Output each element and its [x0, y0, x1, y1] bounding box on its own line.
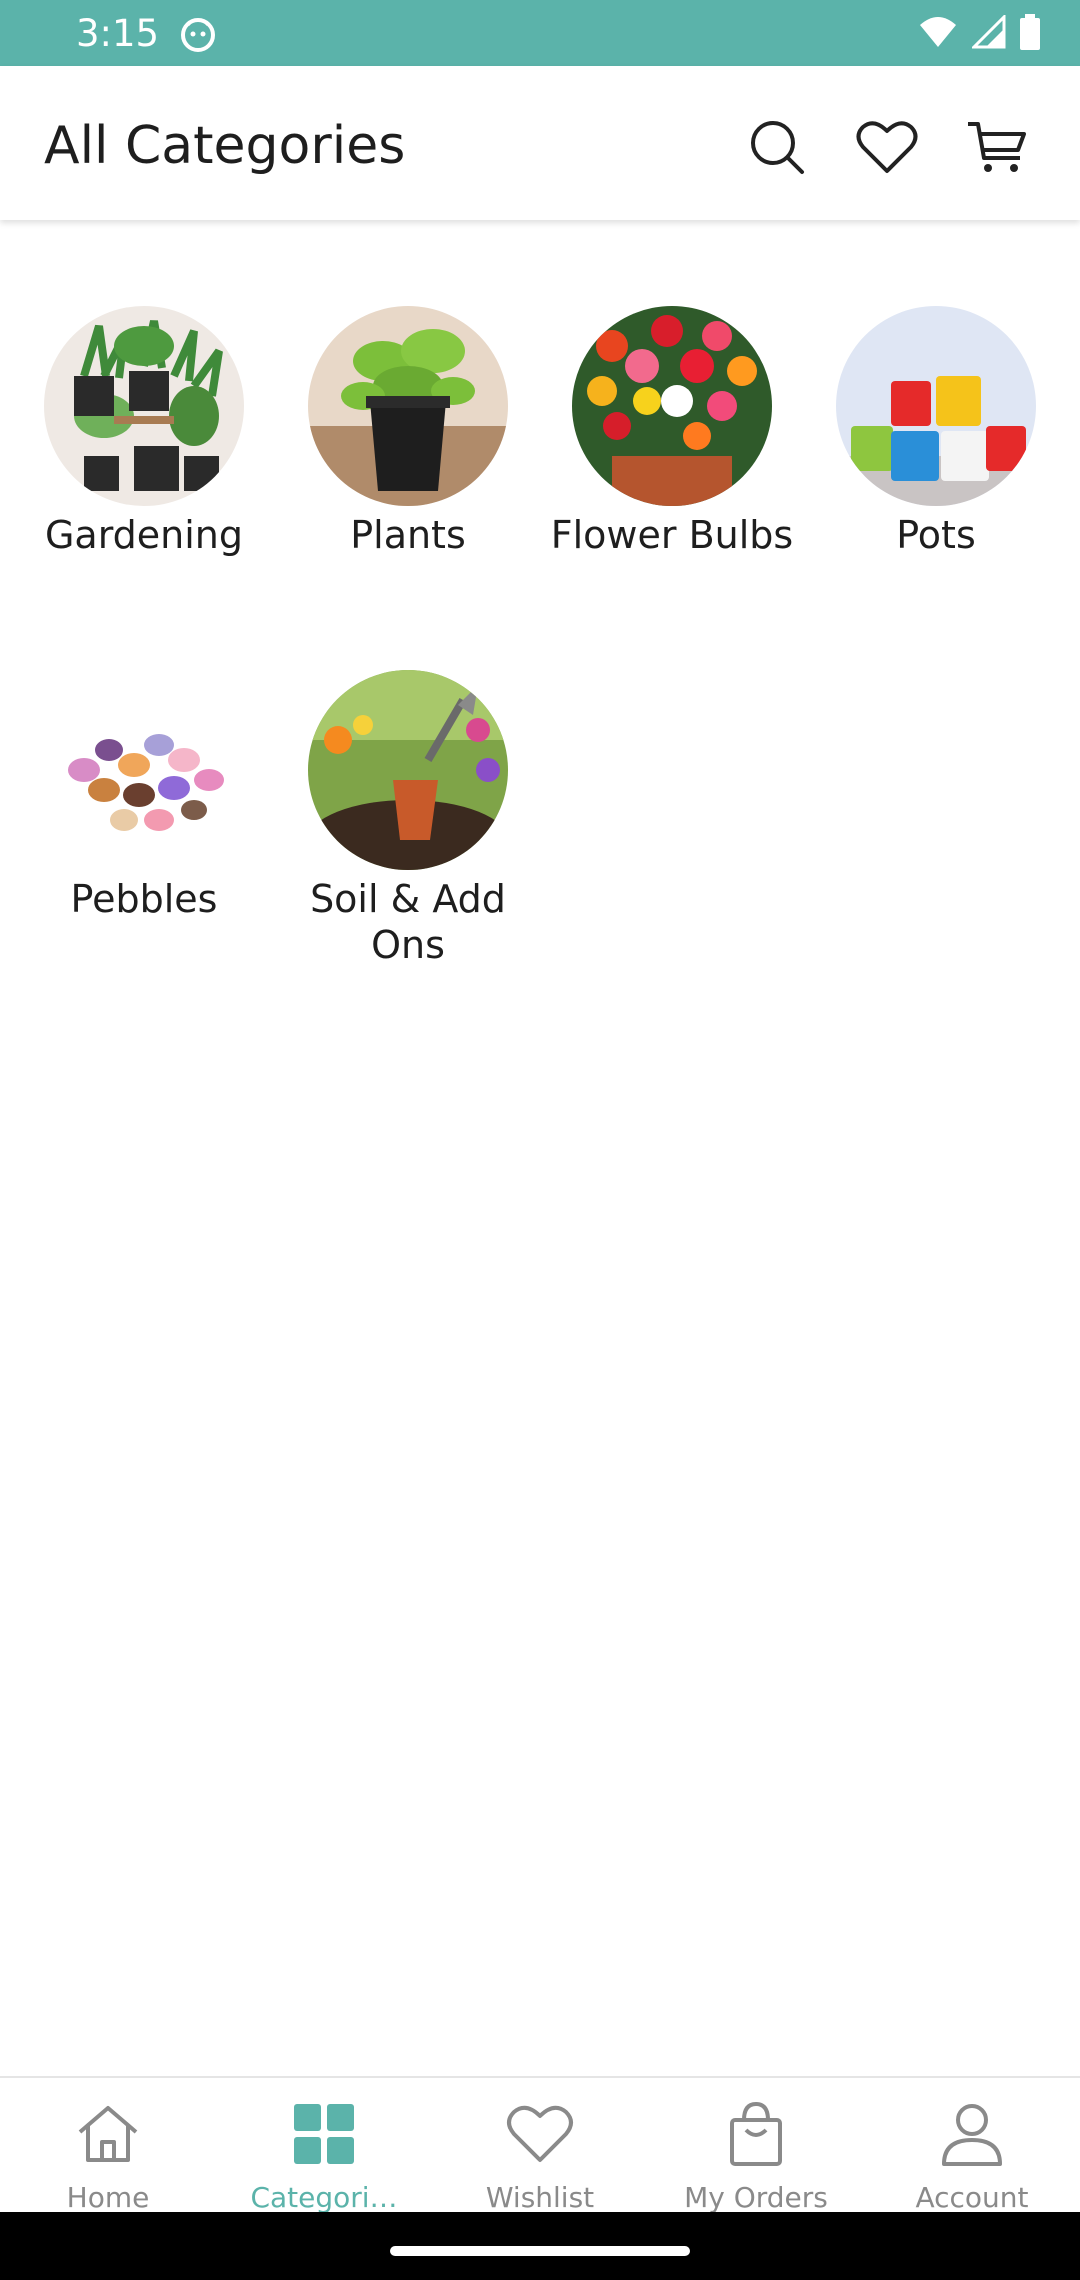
category-plants[interactable]: Plants: [276, 306, 540, 558]
pebbles-image: [44, 670, 244, 870]
gesture-bar: [0, 2212, 1080, 2280]
heart-icon: [507, 2105, 573, 2162]
status-time: 3:15: [76, 12, 160, 55]
soil-image: [308, 670, 508, 870]
plants-image: [308, 306, 508, 506]
page-title: All Categories: [44, 116, 406, 176]
cart-button[interactable]: [966, 116, 1028, 178]
bag-icon: [730, 2101, 782, 2166]
nav-label: Home: [66, 2181, 150, 2214]
nav-categories[interactable]: Categori…: [216, 2078, 432, 2214]
cart-icon: [968, 122, 1026, 172]
category-flower-bulbs[interactable]: Flower Bulbs: [540, 306, 804, 558]
status-bar: 3:15: [0, 0, 1080, 66]
signal-icon: [972, 15, 1006, 49]
nav-label: My Orders: [684, 2181, 828, 2214]
category-label: Gardening: [44, 513, 244, 557]
app-notification-icon: [181, 18, 215, 52]
heart-icon: [856, 121, 918, 173]
home-icon: [78, 2106, 138, 2162]
category-label: Soil & Add Ons: [310, 877, 506, 967]
category-label: Plants: [350, 513, 466, 557]
nav-label: Wishlist: [485, 2181, 595, 2214]
category-label: Pebbles: [70, 877, 218, 921]
nav-my-orders[interactable]: My Orders: [648, 2078, 864, 2214]
flower-bulbs-image: [572, 306, 772, 506]
category-soil-add-ons[interactable]: Soil & Add Ons: [276, 670, 540, 968]
person-icon: [942, 2104, 1002, 2166]
grid-icon: [294, 2104, 354, 2164]
home-gesture-handle[interactable]: [390, 2246, 690, 2256]
nav-label: Categori…: [250, 2181, 398, 2214]
nav-label: Account: [915, 2181, 1029, 2214]
category-label: Flower Bulbs: [550, 513, 794, 557]
app-bar: All Categories: [0, 66, 1080, 220]
wishlist-button[interactable]: [856, 116, 918, 178]
pots-image: [836, 306, 1036, 506]
category-pots[interactable]: Pots: [804, 306, 1068, 558]
nav-account[interactable]: Account: [864, 2078, 1080, 2214]
nav-wishlist[interactable]: Wishlist: [432, 2078, 648, 2214]
gardening-image: [44, 306, 244, 506]
search-icon: [751, 121, 804, 174]
battery-icon: [1020, 14, 1040, 50]
search-button[interactable]: [746, 116, 808, 178]
bottom-navigation: Home Categori… Wishlist My Orders Accoun…: [0, 2076, 1080, 2214]
wifi-icon: [920, 17, 956, 47]
category-gardening[interactable]: Gardening: [12, 306, 276, 558]
category-label: Pots: [896, 513, 976, 557]
category-pebbles[interactable]: Pebbles: [12, 670, 276, 922]
nav-home[interactable]: Home: [0, 2078, 216, 2214]
